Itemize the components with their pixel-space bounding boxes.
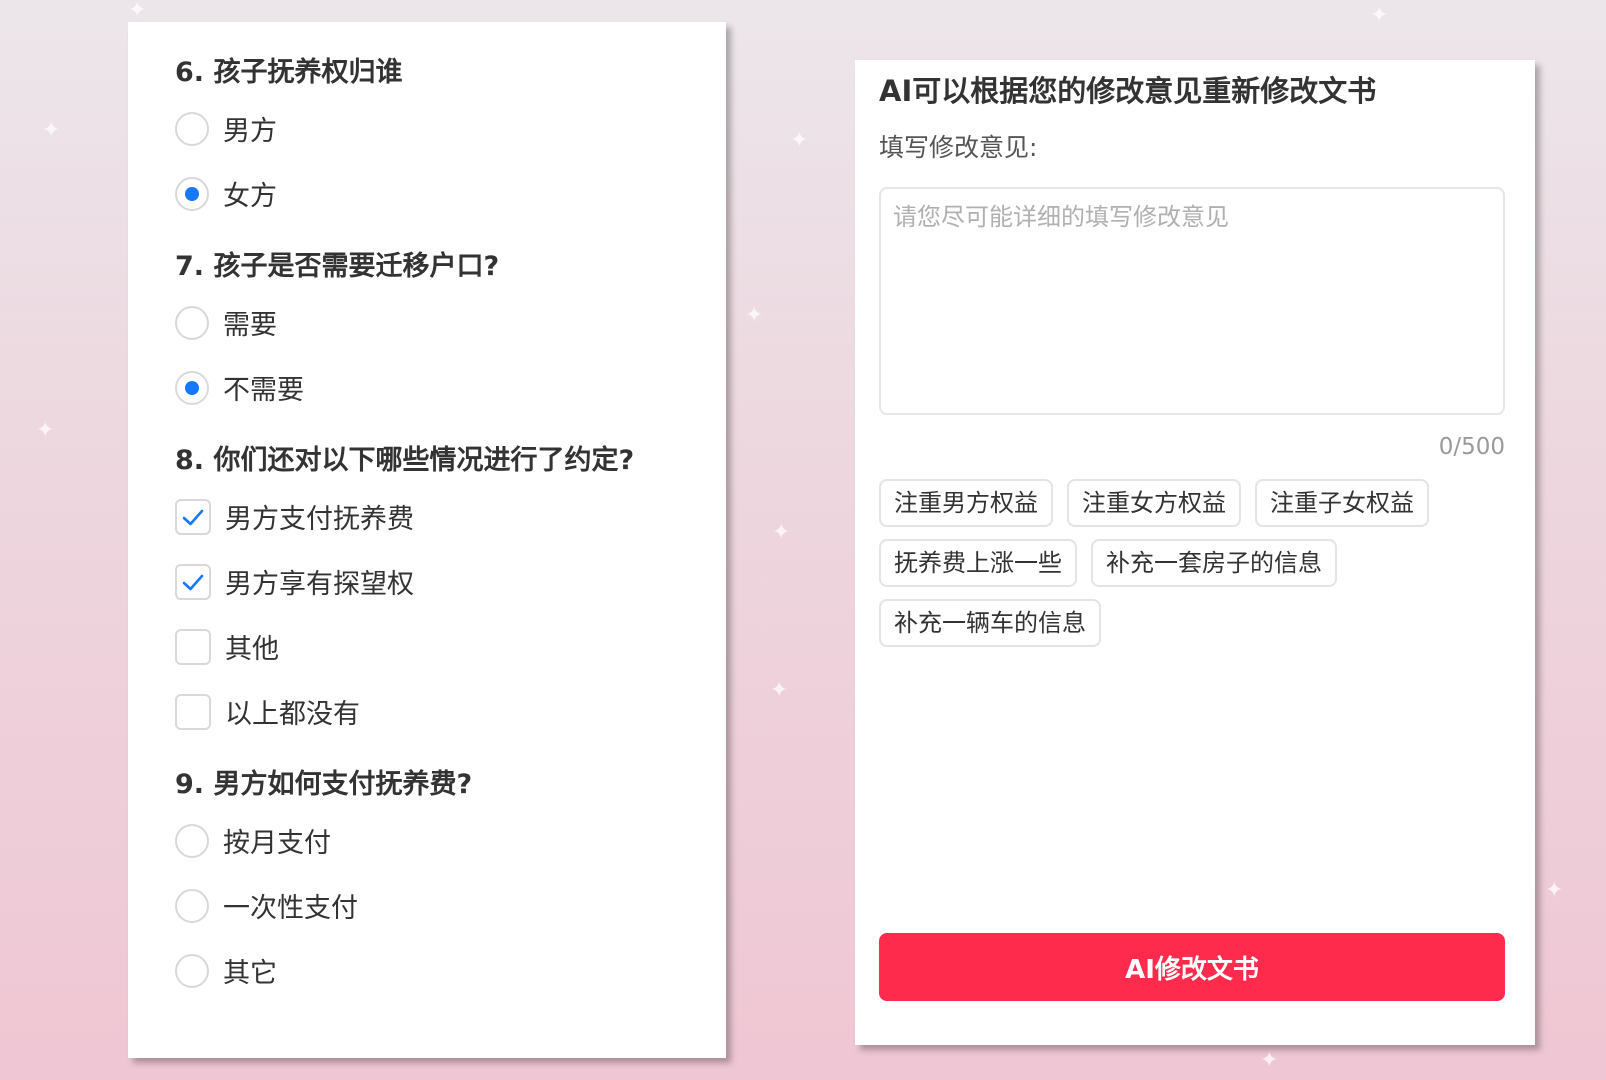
radio-unchecked[interactable]	[175, 111, 209, 146]
ai-revise-panel: AI可以根据您的修改意见重新修改文书 填写修改意见: 请您尽可能详细的填写修改意…	[855, 60, 1535, 1045]
checkbox-option[interactable]: 男方享有探望权	[175, 549, 726, 614]
revision-textarea[interactable]: 请您尽可能详细的填写修改意见	[879, 187, 1505, 415]
char-counter: 0/500	[1438, 434, 1505, 460]
radio-dot-icon	[185, 380, 199, 395]
option-label: 按月支付	[223, 828, 331, 859]
option-label: 女方	[223, 181, 277, 212]
sparkle-icon: ✦	[1370, 3, 1389, 28]
checkmark-icon	[182, 574, 204, 590]
option-label: 其它	[223, 958, 277, 989]
radio-checked[interactable]	[175, 176, 209, 211]
checkbox-option[interactable]: 其他	[175, 614, 726, 679]
sparkle-icon: ✦	[42, 118, 61, 143]
checkbox-unchecked[interactable]	[175, 628, 211, 665]
sparkle-icon: ✦	[1545, 878, 1564, 903]
ai-revise-button[interactable]: AI修改文书	[879, 933, 1505, 1001]
radio-option[interactable]: 不需要	[175, 355, 726, 420]
revision-label: 填写修改意见:	[879, 133, 1038, 162]
sparkle-icon: ✦	[772, 520, 791, 545]
checkbox-option[interactable]: 以上都没有	[175, 679, 726, 744]
checkbox-option[interactable]: 男方支付抚养费	[175, 484, 726, 549]
suggestion-chip[interactable]: 注重子女权益	[1255, 479, 1429, 527]
radio-unchecked[interactable]	[175, 953, 209, 988]
sparkle-icon: ✦	[1260, 1048, 1279, 1073]
option-label: 不需要	[223, 375, 304, 406]
sparkle-icon: ✦	[745, 303, 764, 328]
option-label: 需要	[223, 310, 277, 341]
checkbox-checked[interactable]	[175, 498, 211, 535]
questionnaire-panel: 6. 孩子抚养权归谁男方女方 7. 孩子是否需要迁移户口? 需要不需要 8. 你们还对…	[128, 22, 726, 1058]
suggestion-chip[interactable]: 注重女方权益	[1067, 479, 1241, 527]
sparkle-icon: ✦	[128, 0, 147, 23]
radio-unchecked[interactable]	[175, 888, 209, 923]
option-label: 男方享有探望权	[225, 569, 414, 600]
suggestion-chip[interactable]: 注重男方权益	[879, 479, 1053, 527]
sparkle-icon: ✦	[36, 418, 55, 443]
sparkle-icon: ✦	[770, 678, 789, 703]
option-label: 男方支付抚养费	[225, 504, 414, 535]
radio-unchecked[interactable]	[175, 823, 209, 858]
suggestion-chip[interactable]: 补充一辆车的信息	[879, 599, 1101, 647]
suggestion-chips: 注重男方权益 注重女方权益 注重子女权益抚养费上涨一些 补充一套房子的信息补充一辆车的…	[879, 479, 1505, 647]
question-title: 9. 男方如何支付抚养费?	[175, 769, 473, 800]
option-label: 其他	[225, 634, 279, 665]
checkbox-unchecked[interactable]	[175, 693, 211, 730]
checkbox-checked[interactable]	[175, 563, 211, 600]
radio-option[interactable]: 其它	[175, 938, 726, 1003]
radio-option[interactable]: 需要	[175, 290, 726, 355]
radio-option[interactable]: 男方	[175, 96, 726, 161]
suggestion-chip[interactable]: 补充一套房子的信息	[1091, 539, 1337, 587]
radio-checked[interactable]	[175, 370, 209, 405]
question-title: 7. 孩子是否需要迁移户口?	[175, 251, 500, 282]
radio-unchecked[interactable]	[175, 305, 209, 340]
question-title: 6. 孩子抚养权归谁	[175, 57, 403, 88]
radio-option[interactable]: 女方	[175, 161, 726, 226]
question-title: 8. 你们还对以下哪些情况进行了约定?	[175, 445, 635, 476]
radio-dot-icon	[185, 186, 199, 201]
suggestion-chip[interactable]: 抚养费上涨一些	[879, 539, 1077, 587]
sparkle-icon: ✦	[790, 128, 809, 153]
checkmark-icon	[182, 509, 204, 525]
option-label: 男方	[223, 116, 277, 147]
radio-option[interactable]: 按月支付	[175, 808, 726, 873]
option-label: 一次性支付	[223, 893, 358, 924]
radio-option[interactable]: 一次性支付	[175, 873, 726, 938]
ai-panel-title: AI可以根据您的修改意见重新修改文书	[879, 74, 1377, 108]
option-label: 以上都没有	[225, 699, 360, 730]
